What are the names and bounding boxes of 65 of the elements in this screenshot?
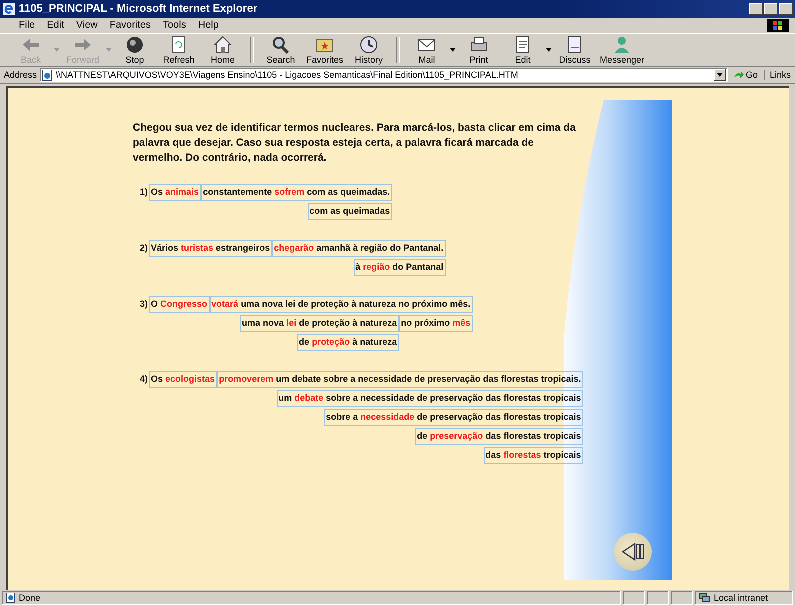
menu-item[interactable]: Help — [193, 20, 224, 31]
triangle-bars-icon — [622, 543, 644, 561]
zone-text: Local intranet — [714, 592, 768, 602]
toolbar-button[interactable]: Mail — [406, 35, 448, 65]
caret-icon — [716, 73, 723, 77]
toolbar-button[interactable]: Stop — [114, 35, 156, 65]
menu-item[interactable]: Favorites — [104, 20, 156, 31]
go-button[interactable]: Go — [730, 70, 761, 80]
phrase[interactable]: chegarão amanhã à região do Pantanal. — [272, 240, 446, 257]
house-icon — [212, 35, 234, 55]
toolbar-button[interactable]: Print — [458, 35, 500, 65]
stop-icon — [124, 35, 146, 55]
status-text: Done — [19, 592, 41, 602]
menu-item[interactable]: Edit — [42, 20, 70, 31]
phrase[interactable]: com as queimadas — [308, 203, 392, 220]
search-icon — [270, 35, 292, 55]
page-icon — [42, 70, 54, 80]
dropdown-button[interactable] — [714, 69, 726, 81]
windows-logo-icon — [767, 19, 789, 32]
minimize-button[interactable] — [749, 3, 763, 15]
address-label: Address — [4, 70, 38, 80]
toolbar-button[interactable]: Edit — [502, 35, 544, 65]
phrase[interactable]: Os ecologistas — [149, 371, 218, 388]
menu-item[interactable]: Tools — [158, 20, 192, 31]
network-icon — [699, 592, 711, 602]
menu-item[interactable]: File — [14, 20, 40, 31]
toolbar-button[interactable]: Favorites — [304, 35, 346, 65]
maximize-button[interactable] — [764, 3, 778, 15]
status-pane — [671, 590, 693, 604]
toolbar-button[interactable]: Home — [202, 35, 244, 65]
menu-item[interactable]: View — [71, 20, 103, 31]
toolbar-button[interactable]: History — [348, 35, 390, 65]
phrase[interactable]: votará uma nova lei de proteção à natureza no próximo mês. — [210, 296, 473, 313]
phrase[interactable]: O Congresso — [149, 296, 210, 313]
phrase[interactable]: sobre a necessidade de preservação das florestas tropicais — [324, 409, 584, 426]
arrow-right-icon — [734, 70, 744, 80]
sentence-number: 4) — [140, 373, 150, 386]
sentence-number: 2) — [140, 242, 150, 255]
phrase[interactable]: de proteção à natureza — [297, 334, 400, 351]
sentence-number: 1) — [140, 186, 150, 199]
clock-icon — [358, 35, 380, 55]
sentence-number: 3) — [140, 298, 150, 311]
phrase[interactable]: das florestas tropicais — [484, 447, 584, 464]
phrase[interactable]: promoverem um debate sobre a necessidade de preservação das florestas tropicais. — [217, 371, 584, 388]
phrase[interactable]: constantemente sofrem com as queimadas. — [201, 184, 392, 201]
toolbar-button[interactable]: Messenger — [598, 35, 647, 65]
browser-icon — [2, 2, 16, 16]
toolbar-button[interactable]: Discuss — [554, 35, 596, 65]
phrase[interactable]: à região do Pantanal — [354, 259, 446, 276]
address-field[interactable]: \\NATTNEST\ARQUIVOS\VOY3E\Viagens Ensino\1105 - Ligacoes Semanticas\Final Edition\1105_PRINCIPAL.HTM — [40, 68, 728, 82]
phrase[interactable]: Os animais — [149, 184, 202, 201]
toolbar-button[interactable]: Refresh — [158, 35, 200, 65]
window-title: 1105_PRINCIPAL - Microsoft Internet Explorer — [19, 3, 259, 15]
close-button[interactable] — [779, 3, 793, 15]
page-icon — [6, 592, 16, 602]
instructions-text: Chegou sua vez de identificar termos nucleares. Para marcá-los, basta clicar em cima da palavra que desejar. Caso sua resposta esteja certa, a palavra ficará marcada de vermelho. Do contrário, nada ocorrerá. — [133, 121, 577, 166]
phrase[interactable]: de preservação das florestas tropicais — [415, 428, 584, 445]
toolbar-button[interactable]: Search — [260, 35, 302, 65]
status-pane — [623, 590, 645, 604]
status-pane — [647, 590, 669, 604]
phrase[interactable]: Vários turistas estrangeiros — [149, 240, 272, 257]
phrase[interactable]: um debate sobre a necessidade de preservação das florestas tropicais — [276, 390, 584, 407]
links-button[interactable]: Links — [764, 70, 791, 80]
phrase[interactable]: uma nova lei de proteção à natureza — [240, 315, 400, 332]
phrase[interactable]: no próximo mês — [399, 315, 473, 332]
